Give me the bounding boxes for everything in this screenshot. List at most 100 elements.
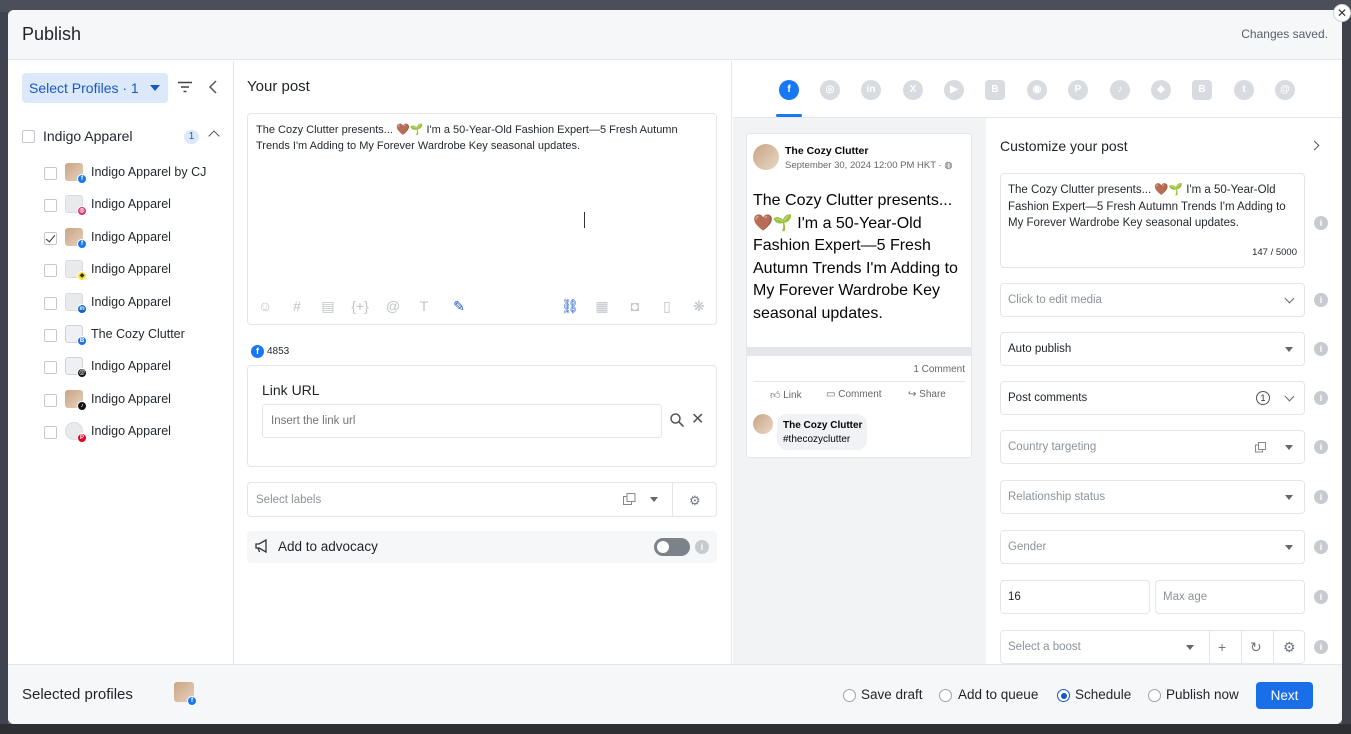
schedule-label[interactable]: Schedule [1075, 687, 1131, 702]
youtube-tab-icon[interactable]: ▶ [944, 80, 964, 100]
save-draft-radio[interactable] [843, 689, 856, 702]
integrations-icon[interactable]: ❋ [690, 297, 708, 315]
post-text-editor[interactable]: The Cozy Clutter presents... 🤎🌱 I'm a 50… [247, 113, 717, 325]
gender-select[interactable]: Gender [1000, 530, 1305, 564]
save-draft-label[interactable]: Save draft [861, 687, 923, 702]
post-text[interactable]: The Cozy Clutter presents... 🤎🌱 I'm a 50… [256, 122, 712, 154]
labels-select[interactable]: Select labels ⚙ [247, 482, 717, 517]
document-icon[interactable]: ▯ [658, 297, 676, 315]
facebook-tab-icon[interactable]: f [779, 80, 799, 100]
close-icon[interactable]: ✕ [691, 412, 704, 428]
info-icon[interactable]: i [1314, 293, 1328, 307]
blogger-tab-icon[interactable]: B [1192, 80, 1212, 100]
chevron-right-icon[interactable] [1309, 140, 1320, 151]
min-age-field[interactable]: 16 [1000, 580, 1150, 614]
relationship-status-select[interactable]: Relationship status [1000, 480, 1305, 514]
google-business-tab-icon[interactable]: B [985, 80, 1005, 100]
customize-text[interactable]: The Cozy Clutter presents... 🤎🌱 I'm a 50… [1008, 182, 1300, 232]
info-icon[interactable]: i [1314, 490, 1328, 504]
profile-checkbox[interactable] [44, 394, 57, 407]
search-icon[interactable] [670, 413, 684, 427]
profile-row[interactable]: in Indigo Apparel [44, 293, 224, 315]
info-icon[interactable]: i [1314, 391, 1328, 405]
profile-row[interactable]: B The Cozy Clutter [44, 325, 224, 347]
copy-icon[interactable] [1255, 442, 1266, 453]
max-age-field[interactable]: Max age [1155, 580, 1305, 614]
publish-now-radio[interactable] [1148, 689, 1161, 702]
min-age-value[interactable]: 16 [1008, 591, 1021, 603]
profile-row[interactable]: ♪ Indigo Apparel [44, 390, 224, 412]
profile-checkbox[interactable] [44, 297, 57, 310]
linkedin-tab-icon[interactable]: in [861, 80, 881, 100]
profile-row[interactable]: ◆ Indigo Apparel [44, 260, 224, 282]
close-icon[interactable]: ✕ [1333, 4, 1351, 22]
reddit-tab-icon[interactable]: ◉ [1027, 80, 1047, 100]
profile-row[interactable]: P Indigo Apparel [44, 422, 224, 444]
camera-icon[interactable]: ◘ [626, 297, 644, 315]
next-button[interactable]: Next [1256, 682, 1313, 709]
gear-icon[interactable]: ⚙ [1283, 639, 1296, 656]
profile-checkbox[interactable] [44, 167, 57, 180]
media-select[interactable]: Click to edit media [1000, 283, 1305, 317]
chevron-up-icon[interactable] [208, 130, 220, 142]
profile-row[interactable]: @ Indigo Apparel [44, 357, 224, 379]
chevron-left-icon[interactable] [207, 80, 219, 94]
country-targeting-select[interactable]: Country targeting [1000, 430, 1305, 464]
emoji-icon[interactable]: ☺ [256, 297, 274, 315]
customize-text-editor[interactable]: The Cozy Clutter presents... 🤎🌱 I'm a 50… [1000, 173, 1305, 268]
profile-checkbox[interactable] [44, 426, 57, 439]
group-checkbox[interactable] [22, 130, 35, 143]
max-age-placeholder[interactable]: Max age [1163, 591, 1207, 603]
profile-group-indigo-apparel[interactable]: Indigo Apparel 1 [22, 127, 222, 147]
add-to-queue-label[interactable]: Add to queue [958, 687, 1038, 702]
refresh-icon[interactable]: ↻ [1250, 639, 1262, 656]
link-url-input[interactable] [262, 404, 662, 438]
tiktok-tab-icon[interactable]: ♪ [1110, 80, 1130, 100]
info-icon[interactable]: i [1314, 440, 1328, 454]
text-format-icon[interactable]: T [415, 297, 433, 315]
profile-checkbox[interactable] [44, 264, 57, 277]
info-icon[interactable]: i [1314, 540, 1328, 554]
profile-checkbox[interactable] [44, 199, 57, 212]
link-icon[interactable]: ⛓ [561, 297, 579, 315]
advocacy-toggle[interactable] [654, 538, 690, 556]
mention-icon[interactable]: @ [384, 297, 402, 315]
pinterest-tab-icon[interactable]: P [1068, 80, 1088, 100]
info-icon[interactable]: i [1314, 342, 1328, 356]
info-icon[interactable]: i [695, 540, 709, 554]
profile-row[interactable]: ◎ Indigo Apparel [44, 195, 224, 217]
snapchat-tab-icon[interactable]: ◆ [1151, 80, 1171, 100]
profile-row[interactable]: f Indigo Apparel by CJ [44, 163, 224, 185]
publish-mode-select[interactable]: Auto publish [1000, 332, 1305, 366]
info-icon[interactable]: i [1314, 640, 1328, 654]
tumblr-tab-icon[interactable]: t [1234, 80, 1254, 100]
info-icon[interactable]: i [1314, 590, 1328, 604]
plus-icon[interactable]: + [1218, 639, 1226, 655]
hashtag-icon[interactable]: # [288, 297, 306, 315]
schedule-radio[interactable] [1057, 689, 1070, 702]
profile-checkbox[interactable] [44, 361, 57, 374]
publish-now-label[interactable]: Publish now [1166, 687, 1239, 702]
instagram-tab-icon[interactable]: ◎ [820, 80, 840, 100]
variable-icon[interactable]: {+} [351, 297, 369, 315]
add-to-queue-radio[interactable] [939, 689, 952, 702]
boost-select[interactable]: Select a boost + ↻ ⚙ [1000, 630, 1305, 664]
select-profiles-dropdown[interactable]: Select Profiles · 1 [22, 73, 168, 103]
threads-badge-icon: @ [77, 368, 87, 378]
copy-icon[interactable] [623, 493, 636, 506]
like-label: Link [783, 390, 802, 401]
magic-wand-icon[interactable]: ✎ [450, 297, 468, 315]
caret-down-icon[interactable] [650, 497, 658, 502]
threads-tab-icon[interactable]: @ [1275, 80, 1295, 100]
post-comments-select[interactable]: Post comments 1 [1000, 381, 1305, 415]
text-block-icon[interactable]: ▤ [319, 297, 337, 315]
gear-icon[interactable]: ⚙ [689, 493, 701, 509]
info-icon[interactable]: i [1314, 216, 1328, 230]
video-icon[interactable]: ▦ [593, 297, 611, 315]
filter-icon[interactable] [178, 81, 192, 93]
profile-checkbox[interactable] [44, 232, 57, 245]
share-action: ↪ Share [908, 389, 946, 400]
profile-checkbox[interactable] [44, 329, 57, 342]
profile-row[interactable]: f Indigo Apparel [44, 228, 224, 250]
x-tab-icon[interactable]: X [903, 80, 923, 100]
